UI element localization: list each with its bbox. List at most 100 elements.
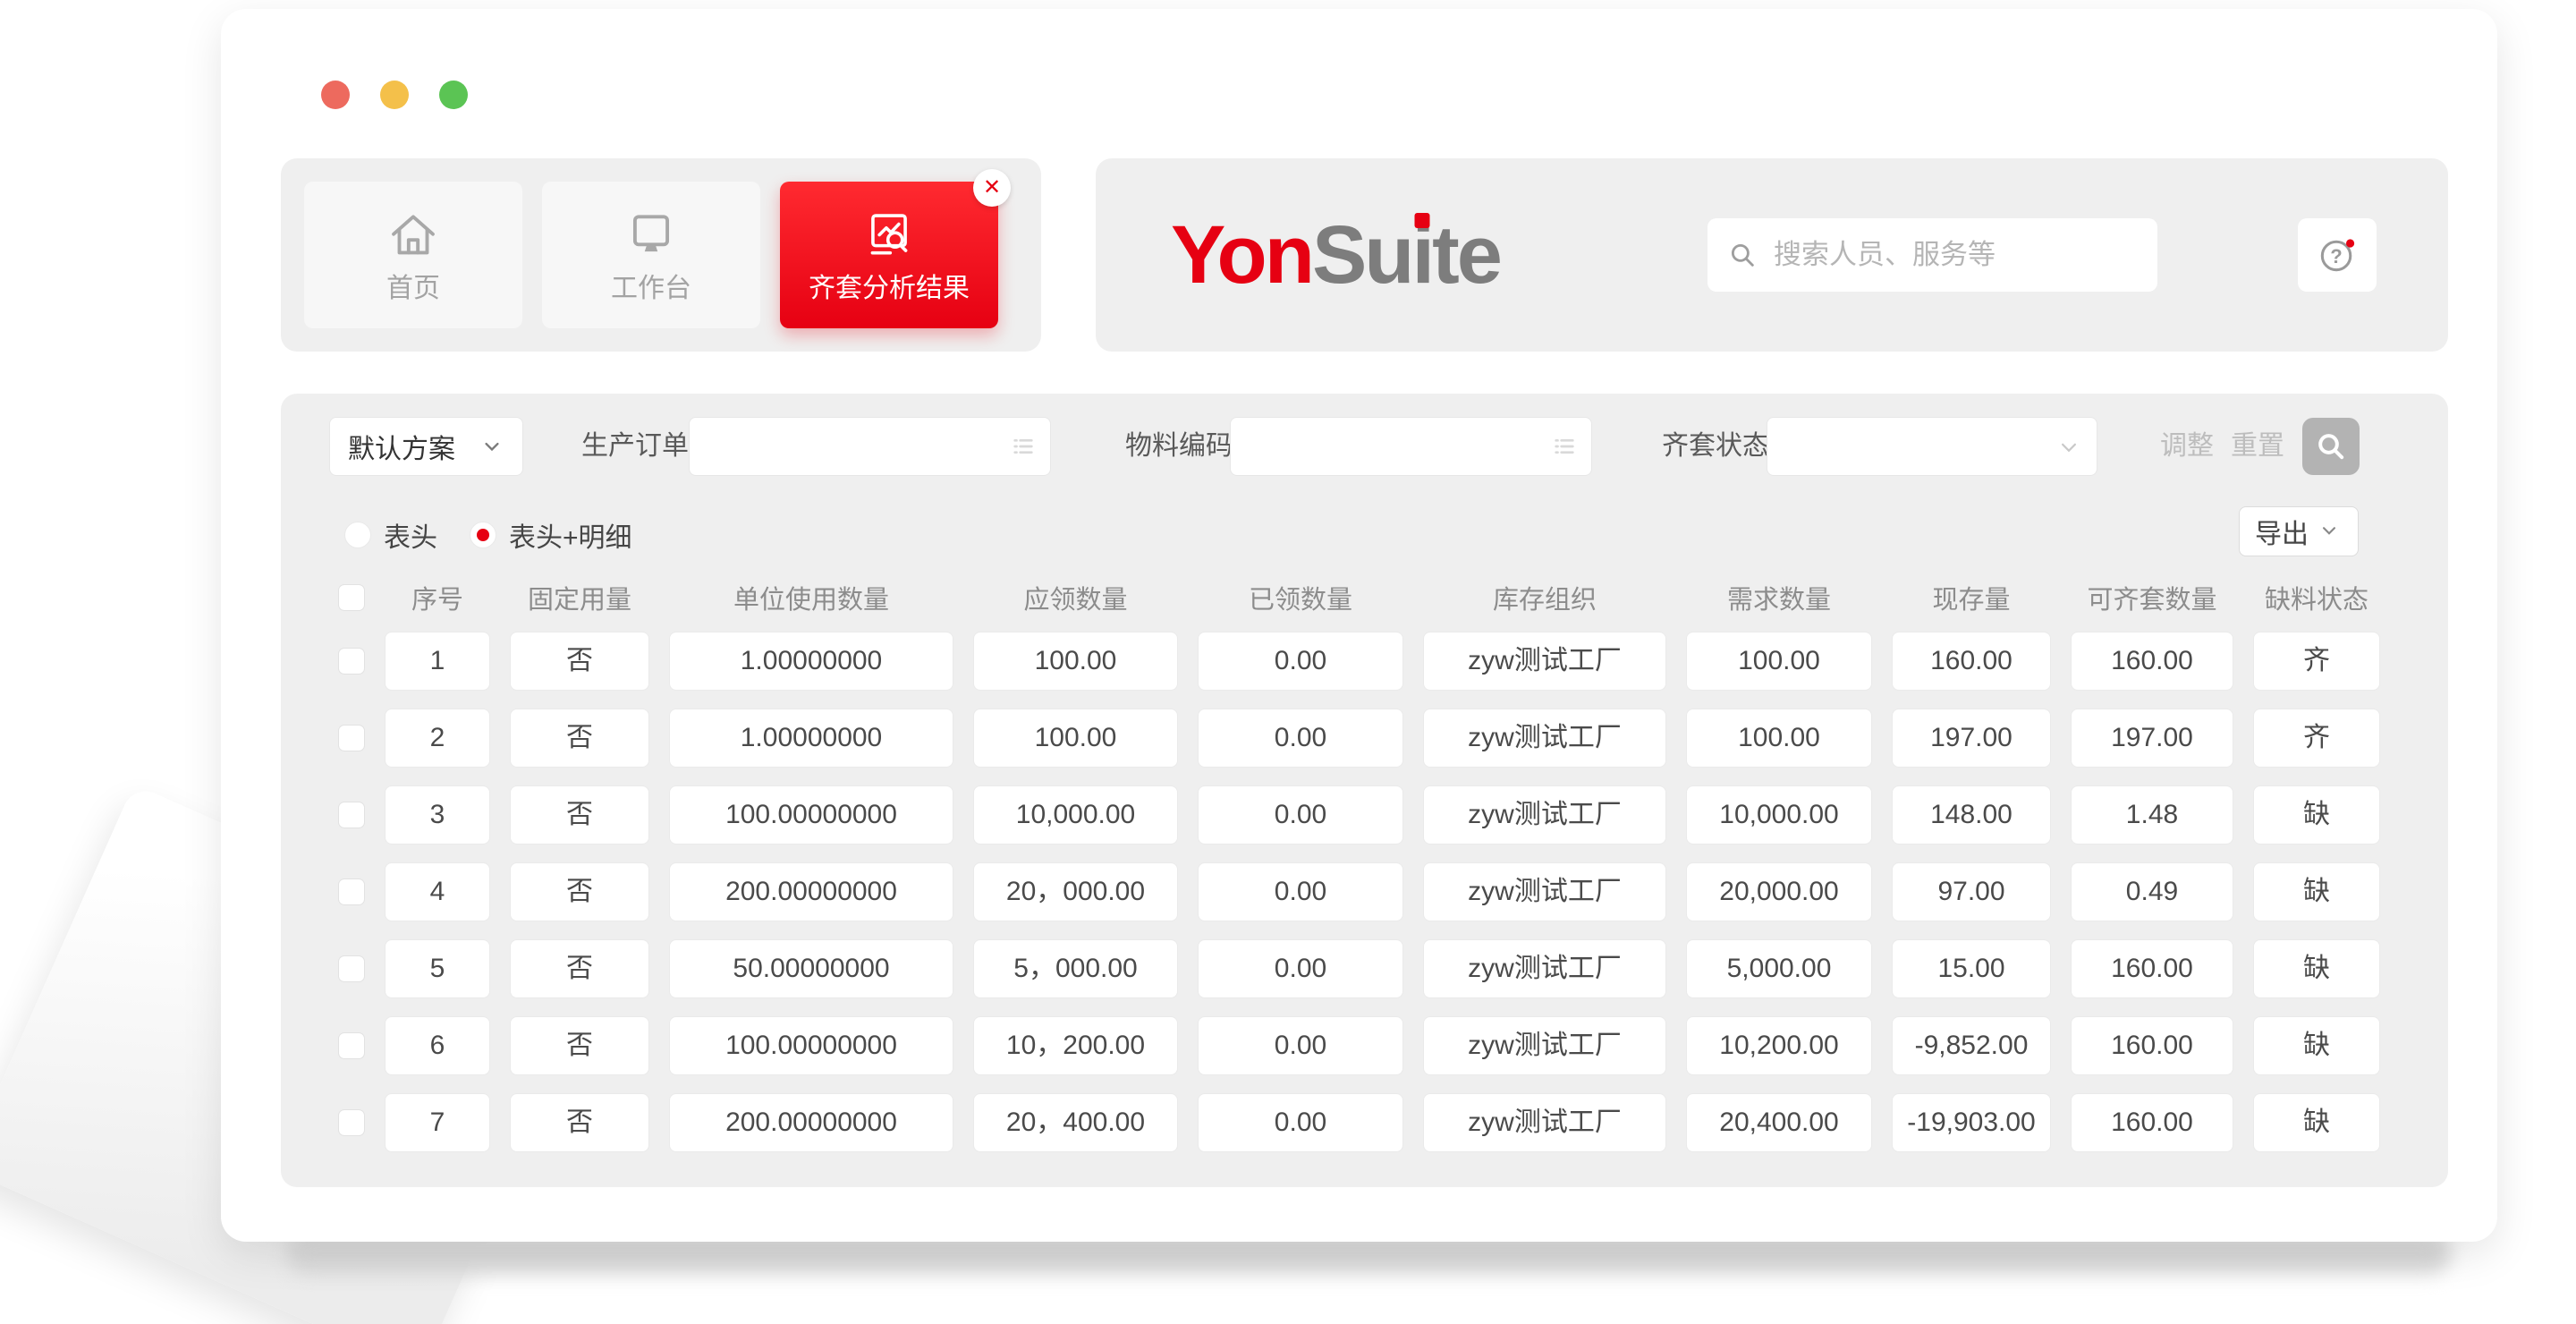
search-icon <box>1727 240 1758 270</box>
radio-header-detail-label: 表头+明细 <box>509 523 632 553</box>
cell-kit-available-qty: 1.48 <box>2071 785 2233 844</box>
row-checkbox[interactable] <box>338 955 365 982</box>
close-window-button[interactable] <box>321 81 350 109</box>
main-content-panel: 默认方案 生产订单 物料编码 齐套状态 调整 重置 表头 表头+明细 导出 序号… <box>281 394 2448 1187</box>
production-order-input[interactable] <box>702 430 1009 463</box>
cell-inventory-org: zyw测试工厂 <box>1423 1093 1666 1152</box>
cell-shortage-status: 缺 <box>2253 862 2380 921</box>
row-checkbox[interactable] <box>338 725 365 751</box>
cell-on-hand-qty: 97.00 <box>1892 862 2051 921</box>
cell-issued-qty: 0.00 <box>1198 939 1403 998</box>
row-checkbox[interactable] <box>338 1109 365 1136</box>
cell-shortage-status: 齐 <box>2253 709 2380 768</box>
tab-home-label: 首页 <box>386 274 440 303</box>
kit-status-label: 齐套状态 <box>1662 431 1769 461</box>
cell-required-qty: 20，000.00 <box>973 862 1178 921</box>
logo-i: i <box>1411 209 1436 301</box>
cell-seq: 1 <box>385 632 490 691</box>
row-checkbox[interactable] <box>338 878 365 905</box>
global-search-box[interactable] <box>1707 218 2157 292</box>
filter-search-button[interactable] <box>2302 418 2360 475</box>
cell-issued-qty: 0.00 <box>1198 1016 1403 1075</box>
cell-required-qty: 20，400.00 <box>973 1093 1178 1152</box>
cell-kit-available-qty: 160.00 <box>2071 1093 2233 1152</box>
cell-issued-qty: 0.00 <box>1198 785 1403 844</box>
cell-fixed-usage: 否 <box>510 632 649 691</box>
material-code-input[interactable] <box>1243 430 1550 463</box>
scheme-select-value: 默认方案 <box>348 435 455 464</box>
radio-header-only[interactable] <box>344 522 371 548</box>
adjust-link[interactable]: 调整 <box>2160 417 2214 476</box>
cell-demand-qty: 100.00 <box>1686 709 1872 768</box>
radio-header-only-label: 表头 <box>384 523 437 553</box>
cell-shortage-status: 缺 <box>2253 785 2380 844</box>
cell-fixed-usage: 否 <box>510 1093 649 1152</box>
chevron-down-icon <box>2318 519 2343 544</box>
cell-shortage-status: 齐 <box>2253 632 2380 691</box>
page: 首页 工作台 齐套分析结果 ✕ YonSuite 搜索人员、服务等 ? 默认方案… <box>0 0 2576 1324</box>
col-header-on-hand-qty: 现存量 <box>1932 586 2011 615</box>
row-checkbox[interactable] <box>338 648 365 675</box>
svg-text:?: ? <box>2330 245 2342 267</box>
cell-issued-qty: 0.00 <box>1198 709 1403 768</box>
scheme-select[interactable]: 默认方案 <box>329 417 523 476</box>
col-header-shortage-status: 缺料状态 <box>2264 586 2368 615</box>
cell-unit-usage-qty: 200.00000000 <box>669 1093 953 1152</box>
tab-home[interactable]: 首页 <box>304 182 522 328</box>
row-checkbox[interactable] <box>338 802 365 828</box>
cell-demand-qty: 20,400.00 <box>1686 1093 1872 1152</box>
cell-inventory-org: zyw测试工厂 <box>1423 709 1666 768</box>
cell-issued-qty: 0.00 <box>1198 632 1403 691</box>
table-row: 2 否 1.00000000 100.00 0.00 zyw测试工厂 100.00 197.0… <box>338 709 2380 768</box>
cell-unit-usage-qty: 200.00000000 <box>669 862 953 921</box>
help-button[interactable]: ? <box>2298 218 2377 292</box>
cell-seq: 7 <box>385 1093 490 1152</box>
cell-seq: 6 <box>385 1016 490 1075</box>
nav-tab-panel: 首页 工作台 齐套分析结果 ✕ <box>281 158 1041 352</box>
production-order-field[interactable] <box>689 417 1051 476</box>
cell-on-hand-qty: 15.00 <box>1892 939 2051 998</box>
col-header-demand-qty: 需求数量 <box>1726 586 1831 615</box>
cell-seq: 2 <box>385 709 490 768</box>
cell-fixed-usage: 否 <box>510 1016 649 1075</box>
tab-close-icon[interactable]: ✕ <box>973 169 1011 207</box>
tab-workbench-label: 工作台 <box>611 274 691 303</box>
cell-on-hand-qty: -9,852.00 <box>1892 1016 2051 1075</box>
cell-on-hand-qty: -19,903.00 <box>1892 1093 2051 1152</box>
select-all-checkbox[interactable] <box>338 584 365 611</box>
tab-workbench[interactable]: 工作台 <box>542 182 760 328</box>
logo-te: te <box>1432 209 1503 301</box>
cell-shortage-status: 缺 <box>2253 1016 2380 1075</box>
table-row: 6 否 100.00000000 10，200.00 0.00 zyw测试工厂 10,200… <box>338 1016 2380 1075</box>
chevron-down-icon <box>479 434 504 459</box>
cell-kit-available-qty: 160.00 <box>2071 1016 2233 1075</box>
minimize-window-button[interactable] <box>380 81 409 109</box>
list-picker-icon[interactable] <box>1550 432 1579 461</box>
kit-status-select[interactable] <box>1767 417 2097 476</box>
col-header-unit-usage-qty: 单位使用数量 <box>733 586 889 615</box>
export-button[interactable]: 导出 <box>2239 506 2359 556</box>
radio-header-detail[interactable] <box>470 522 496 548</box>
window-controls <box>321 81 468 109</box>
list-picker-icon[interactable] <box>1009 432 1038 461</box>
maximize-window-button[interactable] <box>439 81 468 109</box>
cell-required-qty: 100.00 <box>973 709 1178 768</box>
tab-kit-analysis-result[interactable]: 齐套分析结果 ✕ <box>780 169 1011 328</box>
row-checkbox[interactable] <box>338 1032 365 1059</box>
table-row: 7 否 200.00000000 20，400.00 0.00 zyw测试工厂 20,400… <box>338 1093 2380 1152</box>
table-header-row: 序号 固定用量 单位使用数量 应领数量 已领数量 库存组织 需求数量 现存量 可… <box>338 573 2380 623</box>
col-header-required-qty: 应领数量 <box>1023 586 1128 615</box>
col-header-seq: 序号 <box>411 586 463 615</box>
cell-seq: 5 <box>385 939 490 998</box>
cell-unit-usage-qty: 100.00000000 <box>669 1016 953 1075</box>
material-code-field[interactable] <box>1230 417 1592 476</box>
global-search-input[interactable] <box>1772 238 2138 272</box>
search-icon <box>2313 429 2349 464</box>
cell-issued-qty: 0.00 <box>1198 862 1403 921</box>
table-row: 4 否 200.00000000 20，000.00 0.00 zyw测试工厂 20,000… <box>338 862 2380 921</box>
cell-demand-qty: 20,000.00 <box>1686 862 1872 921</box>
cell-fixed-usage: 否 <box>510 709 649 768</box>
reset-link[interactable]: 重置 <box>2231 417 2284 476</box>
material-code-label: 物料编码 <box>1125 431 1233 461</box>
production-order-label: 生产订单 <box>581 431 689 461</box>
